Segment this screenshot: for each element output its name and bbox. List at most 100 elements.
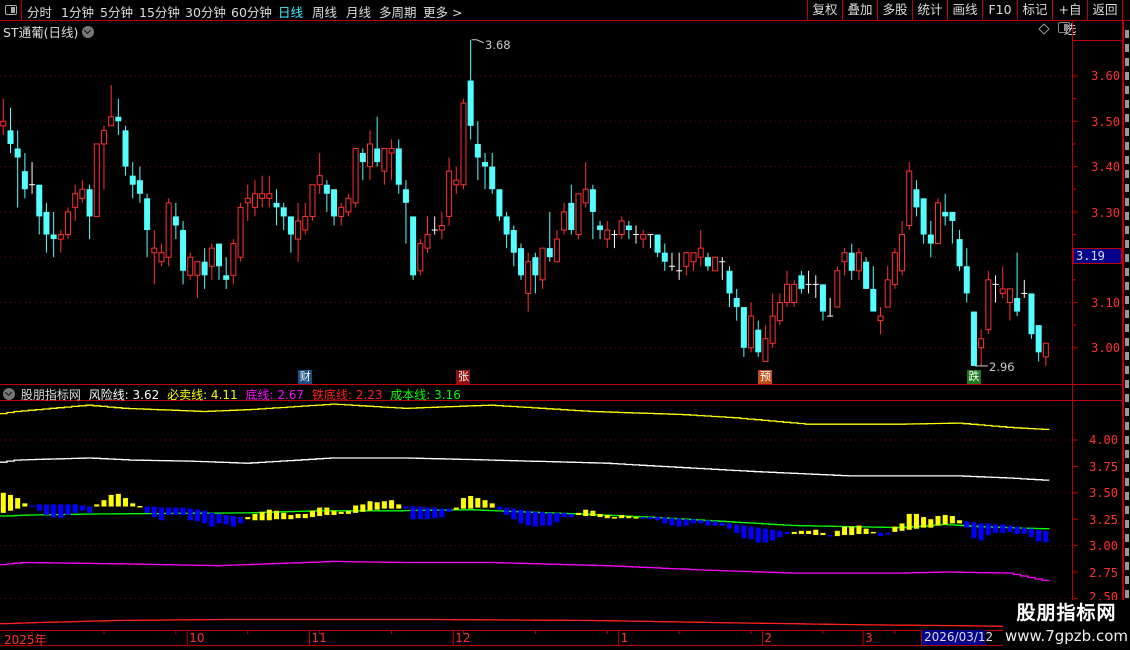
iron-bottom-line-value: 铁底线: 2.23 <box>311 388 383 402</box>
candle-body-down <box>122 130 129 167</box>
histogram-bar-up <box>590 510 596 517</box>
candle-body-up <box>553 238 560 263</box>
histogram-bar-down <box>209 512 215 527</box>
candle-body-up <box>978 338 985 349</box>
date-label: 11 <box>311 631 327 645</box>
watermark: 股朋指标网 www.7gpzb.com <box>1003 600 1130 650</box>
histogram-bar-down <box>496 506 502 510</box>
histogram-bar-down <box>647 517 653 520</box>
candle-body-up <box>187 256 194 276</box>
candle-body-up <box>604 229 611 240</box>
histogram-bar-down <box>79 505 85 511</box>
high-price-annotation: 3.68 <box>485 38 511 52</box>
candle-body-up <box>906 170 913 226</box>
candle-body-down <box>568 202 575 231</box>
histogram-bar-down <box>770 529 776 541</box>
chevron-down-icon[interactable] <box>3 388 15 400</box>
histogram-bar-up <box>576 512 581 515</box>
histogram-bar-down <box>748 526 754 540</box>
candle-body-up <box>762 338 769 362</box>
histogram-bar-down <box>978 523 984 541</box>
histogram-bar-down <box>877 532 883 537</box>
histogram-bar-up <box>935 516 941 526</box>
candle-body-down <box>14 148 21 158</box>
histogram-bar-up <box>957 520 963 524</box>
histogram-bar-up <box>619 514 625 519</box>
histogram-bar-down <box>425 507 431 520</box>
histogram-bar-up <box>7 494 13 511</box>
candle-body-up <box>244 197 251 204</box>
chart-canvas[interactable] <box>0 0 1130 650</box>
candle-body-up <box>453 179 460 186</box>
histogram-bar-up <box>906 513 912 530</box>
histogram-bar-up <box>583 509 589 517</box>
candle-body-up <box>366 143 373 168</box>
candle-body-up <box>266 193 273 199</box>
candle-body-up <box>877 315 884 322</box>
candle-body-down <box>510 230 517 253</box>
histogram-bar-down <box>640 517 646 519</box>
candle-body-up <box>748 315 755 349</box>
histogram-bar-up <box>611 517 617 519</box>
candle-body-up <box>100 129 107 145</box>
candle-body-up <box>93 143 100 217</box>
candle-body-down <box>359 153 366 163</box>
candle-body-down <box>86 189 93 217</box>
indicator-tick: 3.00 <box>1089 539 1118 553</box>
candle-body-down <box>970 311 977 366</box>
candle-body-up <box>1042 342 1049 358</box>
histogram-bar-down <box>151 506 157 518</box>
histogram-bar-down <box>777 530 783 538</box>
histogram-bar-down <box>87 506 93 513</box>
histogram-bar-down <box>547 512 553 526</box>
event-marker[interactable]: 张 <box>456 370 471 384</box>
candle-body-up <box>158 252 165 263</box>
histogram-bar-up <box>806 530 812 534</box>
histogram-bar-up <box>856 525 862 534</box>
histogram-bar-down <box>187 508 193 521</box>
histogram-bar-up <box>475 498 481 508</box>
candle-body-down <box>913 189 920 208</box>
candle-body-down <box>482 162 489 167</box>
histogram-bar-down <box>410 506 416 520</box>
candle-body-down <box>129 175 136 185</box>
histogram-bar-down <box>683 519 689 526</box>
candle-body-down <box>180 230 187 271</box>
candle-body-down <box>517 248 524 276</box>
histogram-bar-down <box>202 510 208 524</box>
indicator-tick: 3.75 <box>1089 460 1118 474</box>
event-marker[interactable]: 跌 <box>966 370 981 384</box>
histogram-bar-up <box>108 494 114 507</box>
candle-body-down <box>474 143 481 158</box>
histogram-bar-down <box>554 512 560 523</box>
histogram-bar-down <box>51 504 57 518</box>
histogram-bar-up <box>921 517 927 528</box>
candle-body-down <box>920 198 927 235</box>
histogram-bar-up <box>626 516 632 519</box>
histogram-bar-up <box>0 492 6 513</box>
histogram-bar-down <box>58 504 64 519</box>
histogram-bar-up <box>281 512 287 520</box>
histogram-bar-up <box>360 504 366 512</box>
histogram-bar-up <box>302 513 308 519</box>
histogram-bar-up <box>949 516 955 524</box>
histogram-bar-down <box>525 510 531 526</box>
candle-body-up <box>194 261 201 276</box>
date-label: 10 <box>189 631 205 645</box>
histogram-bar-up <box>353 505 359 513</box>
candle-body-up <box>381 147 388 172</box>
candle-body-down <box>374 148 381 163</box>
histogram-bar-down <box>29 505 35 507</box>
right-sidebar[interactable] <box>1123 20 1130 630</box>
candle-body-up <box>446 170 453 217</box>
event-marker[interactable]: 财 <box>298 370 313 384</box>
candle-body-up <box>230 243 237 276</box>
candle-body-down <box>323 184 330 194</box>
low-price-annotation: 2.96 <box>989 360 1015 374</box>
event-marker[interactable]: 预 <box>758 370 773 384</box>
candle-body-down <box>273 202 280 208</box>
date-label: 2 <box>764 631 773 645</box>
histogram-bar-up <box>130 503 136 507</box>
candle-body-down <box>172 216 179 226</box>
bottom-line-value: 底线: 2.67 <box>245 388 305 402</box>
